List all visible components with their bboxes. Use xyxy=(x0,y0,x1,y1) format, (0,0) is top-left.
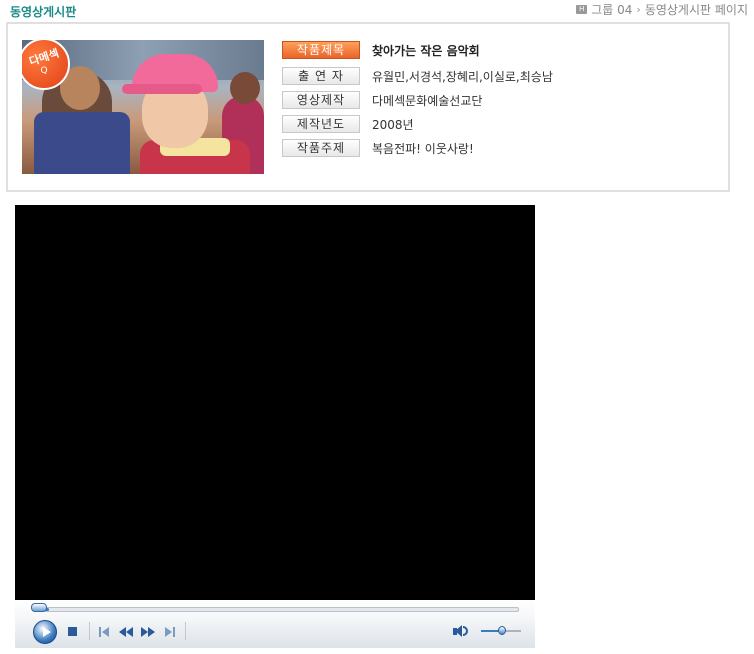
chevron-right-icon: › xyxy=(636,3,641,16)
control-divider xyxy=(89,622,90,640)
seek-bar[interactable] xyxy=(33,607,519,612)
label-year: 제작년도 xyxy=(282,115,360,133)
value-year: 2008년 xyxy=(372,117,414,132)
rewind-icon[interactable] xyxy=(119,627,135,637)
volume-handle[interactable] xyxy=(498,626,506,635)
label-title: 작품제목 xyxy=(282,41,360,59)
info-row-title: 작품제목 찾아가는 작은 음악회 xyxy=(282,40,480,60)
seek-handle[interactable] xyxy=(31,603,47,612)
breadcrumb-item-group[interactable]: 그룹 04 xyxy=(591,1,632,18)
label-cast: 출 연 자 xyxy=(282,67,360,85)
breadcrumb: H 그룹 04 › 동영상게시판 페이지 xyxy=(576,1,748,18)
value-title: 찾아가는 작은 음악회 xyxy=(372,43,480,58)
board-title: 동영상게시판 xyxy=(10,5,77,19)
player-controls xyxy=(15,600,535,648)
thumbnail-figure xyxy=(230,72,260,104)
value-production: 다메섹문화예술선교단 xyxy=(372,93,483,108)
previous-icon[interactable] xyxy=(99,627,111,637)
info-box: 다메섹 Q 작품제목 찾아가는 작은 음악회 출 연 자 유월민,서경석,장혜리… xyxy=(6,22,730,192)
info-row-production: 영상제작 다메섹문화예술선교단 xyxy=(282,90,482,110)
thumbnail-figure xyxy=(122,84,202,94)
home-icon[interactable]: H xyxy=(576,5,588,14)
info-row-theme: 작품주제 복음전파! 이웃사랑! xyxy=(282,138,474,158)
stop-icon[interactable] xyxy=(68,627,77,636)
breadcrumb-item-page: 동영상게시판 페이지 xyxy=(644,3,748,17)
label-theme: 작품주제 xyxy=(282,139,360,157)
video-thumbnail: 다메섹 Q xyxy=(22,40,264,174)
control-divider xyxy=(185,622,186,640)
thumbnail-figure xyxy=(34,112,130,174)
value-theme: 복음전파! 이웃사랑! xyxy=(372,141,474,156)
fast-forward-icon[interactable] xyxy=(141,627,157,637)
info-row-cast: 출 연 자 유월민,서경석,장혜리,이실로,최승남 xyxy=(282,66,553,86)
info-row-year: 제작년도 2008년 xyxy=(282,114,414,134)
value-cast: 유월민,서경석,장혜리,이실로,최승남 xyxy=(372,69,553,84)
video-screen[interactable] xyxy=(15,205,535,600)
play-icon[interactable] xyxy=(33,620,57,644)
label-production: 영상제작 xyxy=(282,91,360,109)
next-icon[interactable] xyxy=(165,627,177,637)
